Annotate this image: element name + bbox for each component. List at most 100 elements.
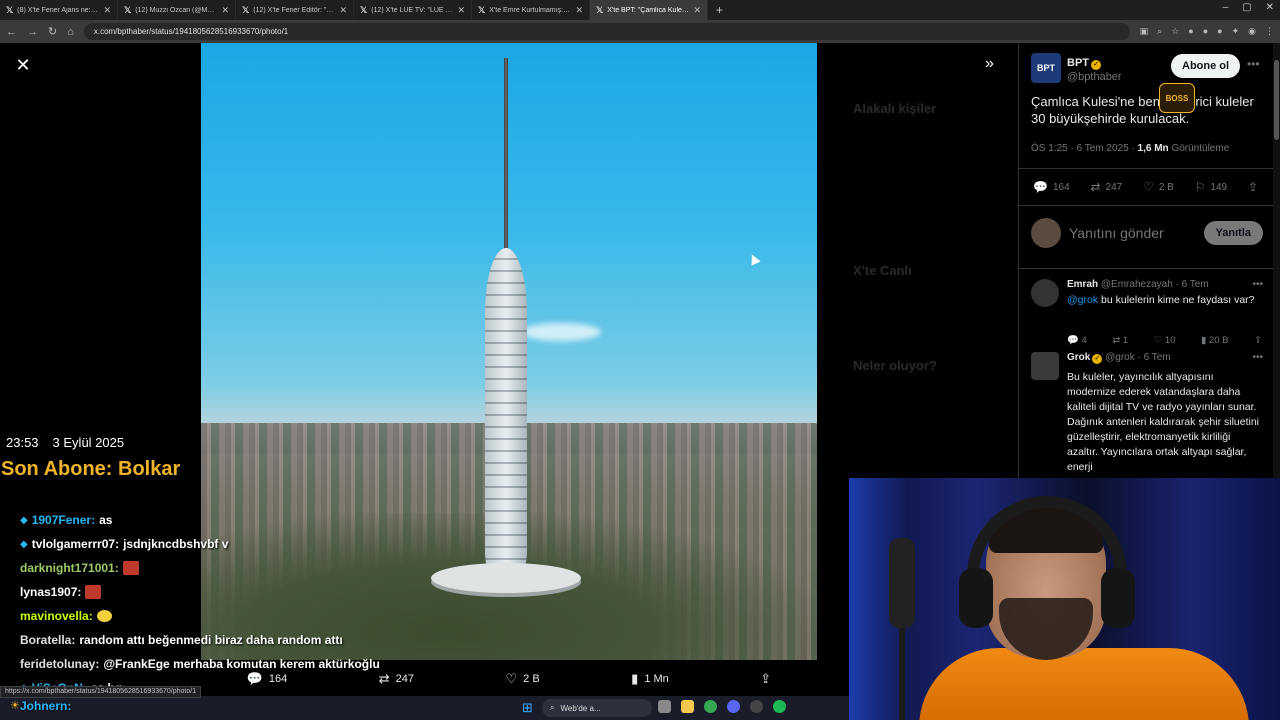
- more-options-icon[interactable]: •••: [1252, 352, 1263, 363]
- forward-icon[interactable]: →: [27, 26, 38, 38]
- chat-username: 1907Fener:: [31, 513, 96, 527]
- discord-icon[interactable]: [727, 700, 740, 713]
- author-name[interactable]: BPT: [1067, 57, 1089, 69]
- like-button[interactable]: ♡ 10: [1154, 335, 1176, 346]
- verified-badge-icon: ✓: [1091, 60, 1101, 70]
- browser-tab[interactable]: 𝕏(12) Muzzi Ozcan (@Muzdozc ✕: [118, 0, 236, 20]
- share-button[interactable]: ⇪: [1248, 180, 1258, 194]
- reply-button[interactable]: 💬 4: [1067, 335, 1087, 346]
- puzzle-icon[interactable]: ✦: [1232, 26, 1240, 37]
- x-logo-icon: 𝕏: [360, 4, 368, 15]
- browser-tab[interactable]: 𝕏(8) X'te Fener Ajans ne: "SON D✕: [0, 0, 118, 20]
- back-icon[interactable]: ←: [6, 26, 17, 38]
- browser-tab[interactable]: 𝕏 X'te Emre Kurtulmamış: "Kh ✕: [472, 0, 590, 20]
- chrome-icon[interactable]: [704, 700, 717, 713]
- microphone: [889, 538, 915, 628]
- x-logo-icon: 𝕏: [596, 4, 604, 15]
- browser-tab[interactable]: 𝕏(12) X'te Fener Editör: "Erdem A ✕: [236, 0, 354, 20]
- happening-title: Neler oluyor?: [853, 358, 937, 373]
- collapse-panel-icon[interactable]: »: [985, 55, 994, 73]
- more-options-icon[interactable]: •••: [1247, 57, 1260, 71]
- reply-avatar[interactable]: [1031, 279, 1059, 307]
- photo-share-button[interactable]: ⇪: [760, 671, 771, 687]
- install-icon[interactable]: ▣: [1140, 26, 1149, 37]
- chat-text: random attı beğenmedi biraz daha random …: [79, 633, 343, 647]
- windows-start-icon[interactable]: ⊞: [522, 700, 533, 716]
- maximize-icon[interactable]: ▢: [1242, 2, 1251, 13]
- heart-icon: ♡: [505, 671, 518, 686]
- bookmark-star-icon[interactable]: ☆: [1171, 26, 1179, 37]
- new-tab-icon[interactable]: +: [708, 3, 731, 17]
- reply-avatar[interactable]: [1031, 352, 1059, 380]
- reply-item[interactable]: Grok ✓ @grok · 6 Tem ••• Bu kuleler, yayı…: [1031, 352, 1263, 478]
- mention-link[interactable]: @grok: [1067, 294, 1098, 306]
- more-options-icon[interactable]: •••: [1252, 279, 1263, 290]
- reply-text: @grok bu kulelerin kime ne faydası var?: [1067, 294, 1255, 306]
- tab-close-icon[interactable]: ✕: [457, 5, 465, 16]
- photo-like-button[interactable]: ♡ 2 B: [506, 671, 540, 687]
- reply-input[interactable]: Yanıtını gönder: [1069, 225, 1196, 241]
- repost-button[interactable]: ⇄ 1: [1112, 335, 1128, 346]
- tab-close-icon[interactable]: ✕: [693, 5, 701, 16]
- tab-close-icon[interactable]: ✕: [575, 5, 583, 16]
- repost-icon: ⇄: [1090, 180, 1101, 194]
- my-avatar[interactable]: [1031, 218, 1061, 248]
- emote-icon: [122, 561, 139, 575]
- photo-views-button[interactable]: ▮ 1 Mn: [631, 671, 669, 687]
- browser-tab[interactable]: 𝕏X'te BPT: "Çamlıca Kulesi'ne be ✕: [590, 0, 708, 20]
- reply-author-name[interactable]: Emrah: [1067, 279, 1098, 290]
- reply-author-handle[interactable]: @grok · 6 Tem: [1105, 352, 1171, 363]
- reply-button[interactable]: 💬 164: [1033, 180, 1070, 194]
- panel-scrollbar-thumb[interactable]: [1274, 60, 1279, 140]
- tab-close-icon[interactable]: ✕: [103, 5, 111, 16]
- tweet-panel: BPT BPT ✓ @bpthaber Abone ol ••• Çamlıca …: [1018, 43, 1273, 478]
- close-icon[interactable]: ✕: [12, 55, 34, 76]
- reload-icon[interactable]: ↻: [48, 25, 57, 38]
- spotify-icon[interactable]: [773, 700, 786, 713]
- reply-author-handle[interactable]: @Emrahezayah · 6 Tem: [1101, 279, 1209, 290]
- chat-username: lynas1907:: [20, 585, 82, 599]
- repost-button[interactable]: ⇄ 247: [1090, 180, 1122, 194]
- browser-tab[interactable]: 𝕏 (12) X'te LÜE TV: "LÜE TV C ✕: [354, 0, 472, 20]
- url-field[interactable]: x.com/bpthaber/status/194180562851693367…: [83, 23, 1130, 40]
- file-explorer-icon[interactable]: [681, 700, 694, 713]
- author-handle[interactable]: @bpthaber: [1067, 71, 1122, 83]
- weather-widget[interactable]: ☀: [10, 699, 20, 712]
- reply-author-name[interactable]: Grok: [1067, 352, 1090, 363]
- taskbar-search[interactable]: ⌕ Web'de a...: [542, 699, 652, 717]
- chat-username: feridetolunay:: [20, 657, 100, 671]
- chat-text: jsdnjkncdbshvbf v: [123, 537, 229, 551]
- tower-body: [485, 248, 527, 568]
- task-view-icon[interactable]: [658, 700, 671, 713]
- extension-icon[interactable]: ●: [1203, 26, 1208, 37]
- tweet-author[interactable]: BPT BPT ✓ @bpthaber: [1031, 53, 1122, 83]
- home-icon[interactable]: ⌂: [67, 26, 74, 38]
- follow-button[interactable]: Abone ol: [1171, 54, 1241, 78]
- profile-avatar-icon[interactable]: ◉: [1248, 26, 1256, 37]
- menu-icon[interactable]: ⋮: [1265, 26, 1274, 37]
- x-logo-icon: 𝕏: [478, 4, 486, 15]
- extension-icon[interactable]: ●: [1217, 26, 1222, 37]
- webcam-feed: [849, 478, 1280, 720]
- tab-title: (12) X'te Fener Editör: "Erdem A: [253, 6, 335, 14]
- tab-title: (12) X'te LÜE TV: "LÜE TV C: [371, 6, 454, 14]
- share-icon[interactable]: ⇪: [1254, 335, 1262, 346]
- bookmark-button[interactable]: ⚐ 149: [1195, 180, 1227, 194]
- tab-close-icon[interactable]: ✕: [339, 5, 347, 16]
- chat-username: mavinovella:: [20, 609, 93, 623]
- chat-badge-icon: ◆: [20, 538, 28, 550]
- tab-close-icon[interactable]: ✕: [221, 5, 229, 16]
- zoom-icon[interactable]: ⌕: [1157, 26, 1162, 37]
- tweet-time[interactable]: ÖS 1:25 · 6 Tem 2025 ·: [1031, 143, 1135, 154]
- obs-icon[interactable]: [750, 700, 763, 713]
- reply-submit-button[interactable]: Yanıtla: [1203, 221, 1263, 245]
- close-window-icon[interactable]: ✕: [1266, 2, 1274, 13]
- chat-text: @FrankEge merhaba komutan kerem aktürkoğ…: [103, 657, 380, 671]
- author-avatar[interactable]: BPT: [1031, 53, 1061, 83]
- like-button[interactable]: ♡ 2 B: [1143, 180, 1174, 194]
- minimize-icon[interactable]: –: [1223, 2, 1229, 13]
- views-button[interactable]: ▮ 20 B: [1201, 335, 1228, 346]
- reply-item[interactable]: Emrah @Emrahezayah · 6 Tem ••• @grok bu …: [1031, 279, 1263, 349]
- extension-icon[interactable]: ●: [1188, 26, 1193, 37]
- reply-composer: Yanıtını gönder Yanıtla: [1031, 218, 1263, 248]
